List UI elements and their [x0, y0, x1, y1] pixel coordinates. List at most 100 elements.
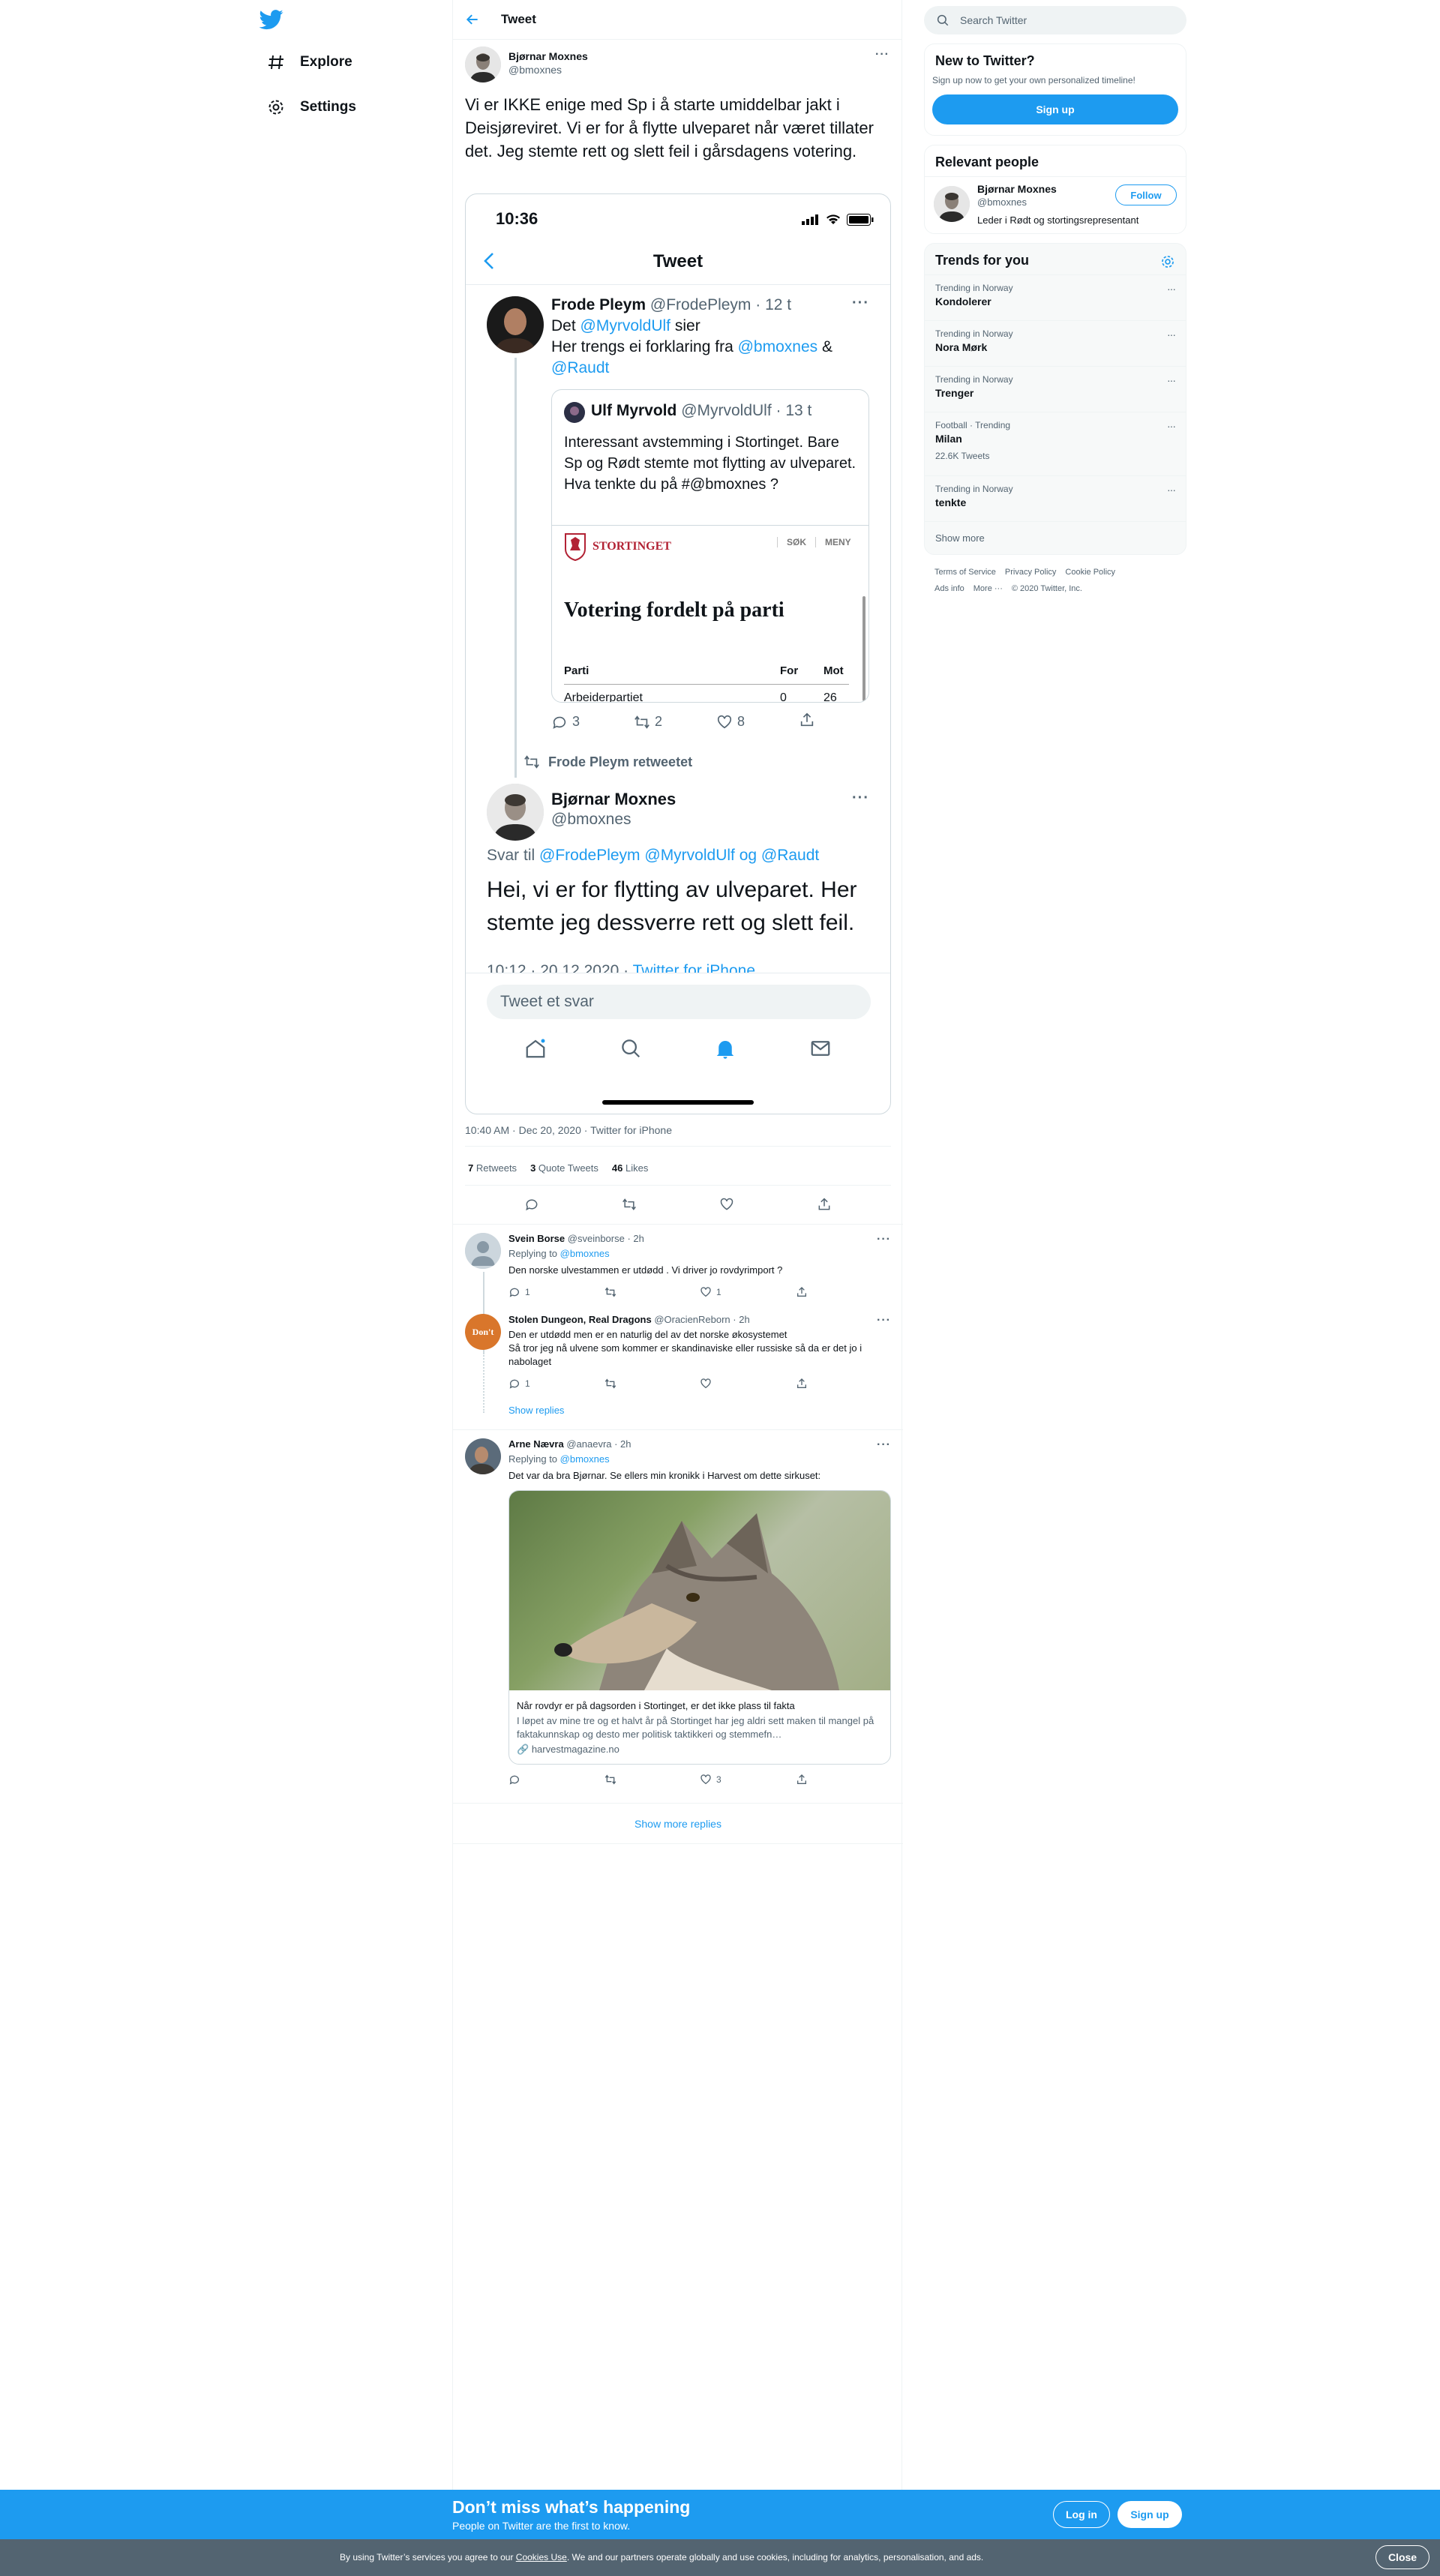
tweet-image[interactable]: 10:36 Tweet Frode Pleym @FrodePleym · 12…: [465, 193, 891, 1114]
more-options-icon[interactable]: ···: [875, 48, 890, 61]
reply-icon[interactable]: 1: [508, 1378, 604, 1390]
phone-tweet-frode: Frode Pleym @FrodePleym · 12 t Det @Myrv…: [551, 296, 832, 376]
gear-icon: [267, 98, 285, 116]
tweet-stats: 7 Retweets 3 Quote Tweets 46 Likes: [468, 1162, 648, 1174]
copyright: © 2020 Twitter, Inc.: [1011, 584, 1082, 593]
show-replies-link[interactable]: Show replies: [508, 1405, 891, 1416]
ads-link[interactable]: Ads info: [934, 584, 964, 593]
avatar[interactable]: [465, 46, 501, 82]
trend-item[interactable]: Trending in Norway Trenger ···: [925, 366, 1186, 412]
phone-tweet-actions: 3 2 8: [551, 712, 829, 732]
search-input[interactable]: Search Twitter: [924, 6, 1186, 34]
more-options-icon: ···: [1167, 374, 1176, 386]
phone-avatar-frode: [487, 296, 544, 353]
stortinget-logo: STORTINGET: [564, 532, 671, 561]
phone-title: Tweet: [652, 251, 704, 271]
twitter-logo-icon[interactable]: [259, 7, 290, 37]
like-icon[interactable]: [700, 1378, 796, 1390]
reply-icon[interactable]: [524, 1197, 539, 1216]
likes-stat[interactable]: 46 Likes: [612, 1162, 648, 1174]
settings-gear-icon[interactable]: [1160, 254, 1175, 269]
avatar[interactable]: [934, 186, 970, 222]
cookies-use-link[interactable]: Cookies Use: [516, 2552, 567, 2563]
reply-text: Den er utdødd men er en naturlig del av …: [508, 1329, 788, 1340]
tweet-author: Bjørnar Moxnes @bmoxnes: [465, 46, 588, 82]
signal-icon: [802, 214, 818, 225]
share-icon[interactable]: [796, 1378, 892, 1390]
retweet-icon[interactable]: [604, 1378, 700, 1390]
retweet-icon[interactable]: [622, 1197, 637, 1216]
trends-card: Trends for you Trending in Norway Kondole…: [924, 243, 1186, 555]
banner-signup-button[interactable]: Sign up: [1118, 2501, 1182, 2528]
banner-subtitle: People on Twitter are the first to know.: [452, 2520, 631, 2532]
nav-settings[interactable]: Settings: [260, 91, 364, 124]
share-icon[interactable]: [796, 1774, 892, 1786]
share-icon[interactable]: [796, 1286, 892, 1298]
trend-item[interactable]: Trending in Norway Kondolerer ···: [925, 274, 1186, 320]
nav-explore[interactable]: Explore: [260, 46, 360, 79]
search-icon: [937, 14, 949, 26]
trend-item[interactable]: Trending in Norway tenkte ···: [925, 475, 1186, 521]
link-card[interactable]: Når rovdyr er på dagsorden i Stortinget,…: [508, 1490, 891, 1765]
phone-reply-to: Svar til @FrodePleym @MyrvoldUlf og @Rau…: [487, 847, 820, 864]
more-options-icon[interactable]: ···: [877, 1233, 891, 1246]
trend-item[interactable]: Trending in Norway Nora Mørk ···: [925, 320, 1186, 366]
tweet-text: Vi er IKKE enige med Sp i å starte umidd…: [465, 95, 874, 160]
search-icon: [622, 1039, 640, 1058]
card-title: Når rovdyr er på dagsorden i Stortinget,…: [517, 1700, 795, 1711]
banner-title: Don’t miss what’s happening: [452, 2497, 691, 2517]
avatar[interactable]: [465, 1233, 501, 1269]
author-handle[interactable]: @bmoxnes: [508, 64, 588, 76]
avatar[interactable]: [465, 1438, 501, 1474]
trend-item[interactable]: Football · Trending Milan 22.6K Tweets ···: [925, 412, 1186, 475]
close-button[interactable]: Close: [1376, 2545, 1430, 2569]
more-options-icon[interactable]: ···: [877, 1438, 891, 1452]
privacy-link[interactable]: Privacy Policy: [1005, 568, 1056, 577]
show-more-trends[interactable]: Show more: [925, 521, 1186, 554]
more-options-icon: ···: [1167, 484, 1176, 496]
more-options-icon[interactable]: ···: [877, 1314, 891, 1327]
wolf-image: [509, 1491, 890, 1690]
footer-links: Terms of Service Privacy Policy Cookie Pol…: [924, 555, 1186, 606]
card-domain: 🔗 harvestmagazine.no: [517, 1744, 620, 1755]
phone-time: 10:36: [496, 209, 538, 228]
hashtag-icon: [267, 53, 285, 71]
relevant-people-card: Relevant people Bjørnar Moxnes @bmoxnes …: [924, 145, 1186, 234]
signup-banner: Don’t miss what’s happening People on Tw…: [0, 2490, 1440, 2539]
retweet-icon[interactable]: [604, 1774, 700, 1786]
cookie-link[interactable]: Cookie Policy: [1065, 568, 1115, 577]
tweet-timestamp: 10:40 AM · Dec 20, 2020 · Twitter for iP…: [465, 1124, 673, 1136]
tweet-actions: [453, 1197, 903, 1216]
main-column: Tweet Bjørnar Moxnes @bmoxnes ··· Vi er …: [452, 0, 903, 2490]
reply-icon[interactable]: [508, 1774, 604, 1786]
cookie-text: By using Twitter’s services you agree to…: [340, 2552, 984, 2563]
avatar[interactable]: Don't: [465, 1314, 501, 1350]
terms-link[interactable]: Terms of Service: [934, 568, 996, 577]
back-arrow-icon[interactable]: [465, 12, 480, 27]
share-icon[interactable]: [817, 1197, 832, 1216]
retweet-icon[interactable]: [604, 1286, 700, 1298]
reply-text: Den norske ulvestammen er utdødd . Vi dr…: [508, 1264, 783, 1276]
like-icon[interactable]: [719, 1197, 734, 1216]
phone-quote-tweet: Ulf Myrvold @MyrvoldUlf · 13 t Interessa…: [551, 389, 869, 703]
phone-retweeted-by: Frode Pleym retweetet: [523, 754, 692, 770]
show-more-replies-button[interactable]: Show more replies: [453, 1818, 903, 1830]
phone-status-icons: [802, 214, 874, 226]
login-button[interactable]: Log in: [1053, 2501, 1110, 2528]
quotes-stat[interactable]: 3 Quote Tweets: [530, 1162, 598, 1174]
nav-explore-label: Explore: [300, 54, 352, 70]
phone-more-icon: ···: [852, 295, 869, 311]
retweets-stat[interactable]: 7 Retweets: [468, 1162, 517, 1174]
phone-avatar-bjornar: [487, 784, 544, 841]
reply-icon[interactable]: 1: [508, 1286, 604, 1298]
phone-tab-bar: [466, 1037, 890, 1060]
author-name[interactable]: Bjørnar Moxnes: [508, 50, 588, 62]
card-description: I løpet av mine tre og et halvt år på St…: [517, 1715, 874, 1740]
more-link[interactable]: More ···: [974, 584, 1003, 593]
like-icon[interactable]: 1: [700, 1286, 796, 1298]
follow-button[interactable]: Follow: [1115, 184, 1177, 205]
new-to-twitter-card: New to Twitter? Sign up now to get your …: [924, 43, 1186, 136]
like-icon[interactable]: 3: [700, 1774, 796, 1786]
mail-icon: [811, 1041, 830, 1056]
signup-button[interactable]: Sign up: [932, 94, 1178, 124]
